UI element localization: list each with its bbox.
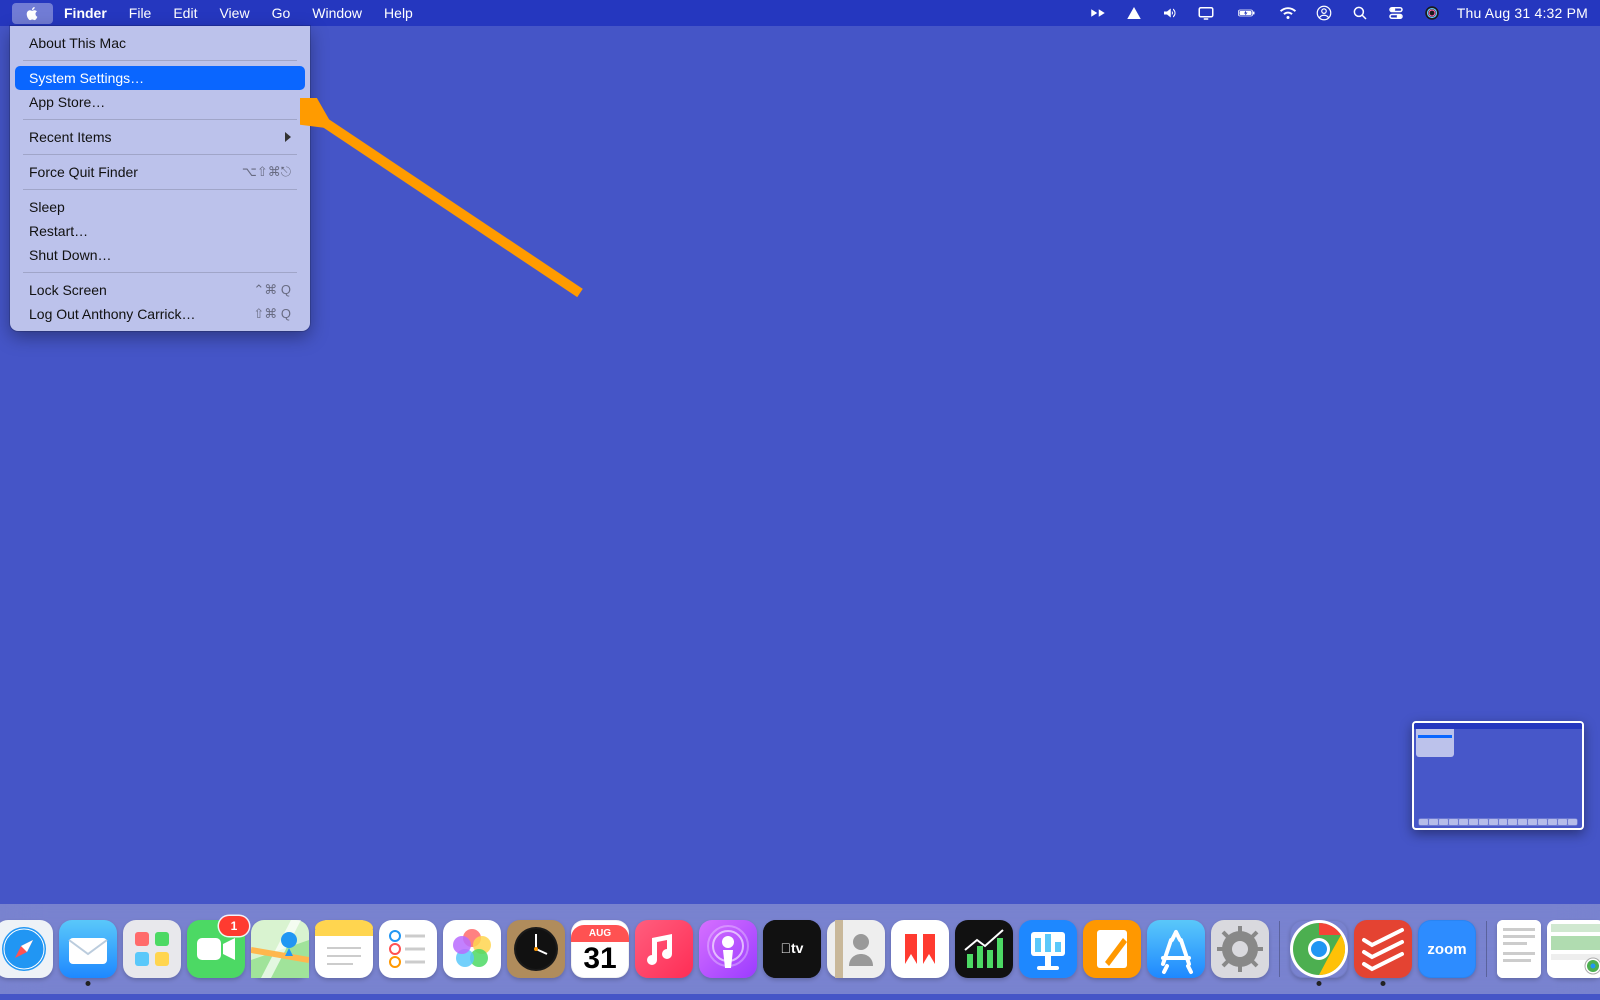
running-indicator <box>1317 981 1322 986</box>
dock-news[interactable] <box>891 920 949 978</box>
menu-lock-screen[interactable]: Lock Screen ⌃⌘ Q <box>15 278 305 302</box>
dock-recent-document[interactable] <box>1497 920 1541 978</box>
status-extra-2-icon[interactable] <box>1123 4 1145 22</box>
calendar-month: AUG <box>571 925 629 942</box>
menu-recent-items[interactable]: Recent Items <box>15 125 305 149</box>
menu-shut-down[interactable]: Shut Down… <box>15 243 305 267</box>
volume-icon[interactable] <box>1159 4 1181 22</box>
menu-separator <box>23 154 297 155</box>
dock-photos[interactable] <box>443 920 501 978</box>
menu-item-label: Lock Screen <box>29 282 107 298</box>
badge: 1 <box>219 916 249 936</box>
svg-text:tv: tv <box>781 940 804 956</box>
dock-zoom[interactable]: zoom <box>1418 920 1476 978</box>
annotation-arrow-icon <box>300 98 600 298</box>
menu-window[interactable]: Window <box>301 2 373 24</box>
apple-menu-dropdown: About This Mac System Settings… App Stor… <box>10 26 310 331</box>
dock-pages[interactable] <box>1083 920 1141 978</box>
wifi-icon[interactable] <box>1277 4 1299 22</box>
menu-item-label: System Settings… <box>29 70 144 86</box>
dock-music[interactable] <box>635 920 693 978</box>
calendar-day: 31 <box>583 942 616 974</box>
menu-item-label: Recent Items <box>29 129 111 145</box>
chevron-right-icon <box>285 132 291 142</box>
menu-go[interactable]: Go <box>261 2 302 24</box>
menu-item-label: Restart… <box>29 223 88 239</box>
dock-reminders[interactable] <box>379 920 437 978</box>
menu-shortcut: ⇧⌘ Q <box>253 306 291 322</box>
dock-app-store[interactable] <box>1147 920 1205 978</box>
menu-force-quit[interactable]: Force Quit Finder ⌥⇧⌘⎋ <box>15 160 305 184</box>
menu-shortcut: ⌥⇧⌘⎋ <box>242 164 291 180</box>
zoom-label: zoom <box>1427 941 1466 958</box>
siri-icon[interactable] <box>1421 4 1443 22</box>
dock-podcasts[interactable] <box>699 920 757 978</box>
status-extra-1-icon[interactable] <box>1087 4 1109 22</box>
control-center-icon[interactable] <box>1385 4 1407 22</box>
running-indicator <box>1381 981 1386 986</box>
dock-maps[interactable] <box>251 920 309 978</box>
menu-edit[interactable]: Edit <box>162 2 208 24</box>
dock-system-settings[interactable] <box>1211 920 1269 978</box>
menu-item-label: About This Mac <box>29 35 126 51</box>
menu-sleep[interactable]: Sleep <box>15 195 305 219</box>
menubar-clock[interactable]: Thu Aug 31 4:32 PM <box>1457 5 1588 21</box>
dock-todoist[interactable] <box>1354 920 1412 978</box>
menu-item-label: Sleep <box>29 199 65 215</box>
menu-separator <box>23 189 297 190</box>
battery-icon[interactable] <box>1231 4 1263 22</box>
display-icon[interactable] <box>1195 4 1217 22</box>
dock-clock[interactable] <box>507 920 565 978</box>
dock-notes[interactable] <box>315 920 373 978</box>
spotlight-icon[interactable] <box>1349 4 1371 22</box>
menu-item-label: Log Out Anthony Carrick… <box>29 306 196 322</box>
dock-chrome[interactable] <box>1290 920 1348 978</box>
screenshot-thumbnail[interactable] <box>1412 721 1584 830</box>
dock-separator <box>1279 921 1280 977</box>
menu-item-label: Shut Down… <box>29 247 111 263</box>
dock-minimized-window-1[interactable] <box>1547 920 1600 978</box>
dock-keynote[interactable] <box>1019 920 1077 978</box>
menu-view[interactable]: View <box>208 2 260 24</box>
menu-item-label: Force Quit Finder <box>29 164 138 180</box>
running-indicator <box>86 981 91 986</box>
app-name[interactable]: Finder <box>53 2 118 24</box>
menubar: Finder File Edit View Go Window Help <box>0 0 1600 26</box>
menu-log-out[interactable]: Log Out Anthony Carrick… ⇧⌘ Q <box>15 302 305 326</box>
dock-tv[interactable]: tv <box>763 920 821 978</box>
dock-contacts[interactable] <box>827 920 885 978</box>
dock-mail[interactable] <box>59 920 117 978</box>
dock-separator <box>1486 921 1487 977</box>
apple-logo-icon <box>25 6 40 21</box>
dock-calendar[interactable]: AUG 31 <box>571 920 629 978</box>
menu-system-settings[interactable]: System Settings… <box>15 66 305 90</box>
dock-facetime[interactable]: 1 <box>187 920 245 978</box>
menu-help[interactable]: Help <box>373 2 424 24</box>
menu-item-label: App Store… <box>29 94 105 110</box>
menu-restart[interactable]: Restart… <box>15 219 305 243</box>
menu-shortcut: ⌃⌘ Q <box>253 282 291 298</box>
dock: 272 1 AUG 31 <box>0 904 1600 994</box>
dock-safari[interactable] <box>0 920 53 978</box>
menu-separator <box>23 119 297 120</box>
menu-file[interactable]: File <box>118 2 163 24</box>
menu-separator <box>23 60 297 61</box>
dock-stocks[interactable] <box>955 920 1013 978</box>
menu-about-this-mac[interactable]: About This Mac <box>15 31 305 55</box>
user-icon[interactable] <box>1313 4 1335 22</box>
dock-launchpad[interactable] <box>123 920 181 978</box>
apple-menu-button[interactable] <box>12 3 53 24</box>
menu-app-store[interactable]: App Store… <box>15 90 305 114</box>
menu-separator <box>23 272 297 273</box>
